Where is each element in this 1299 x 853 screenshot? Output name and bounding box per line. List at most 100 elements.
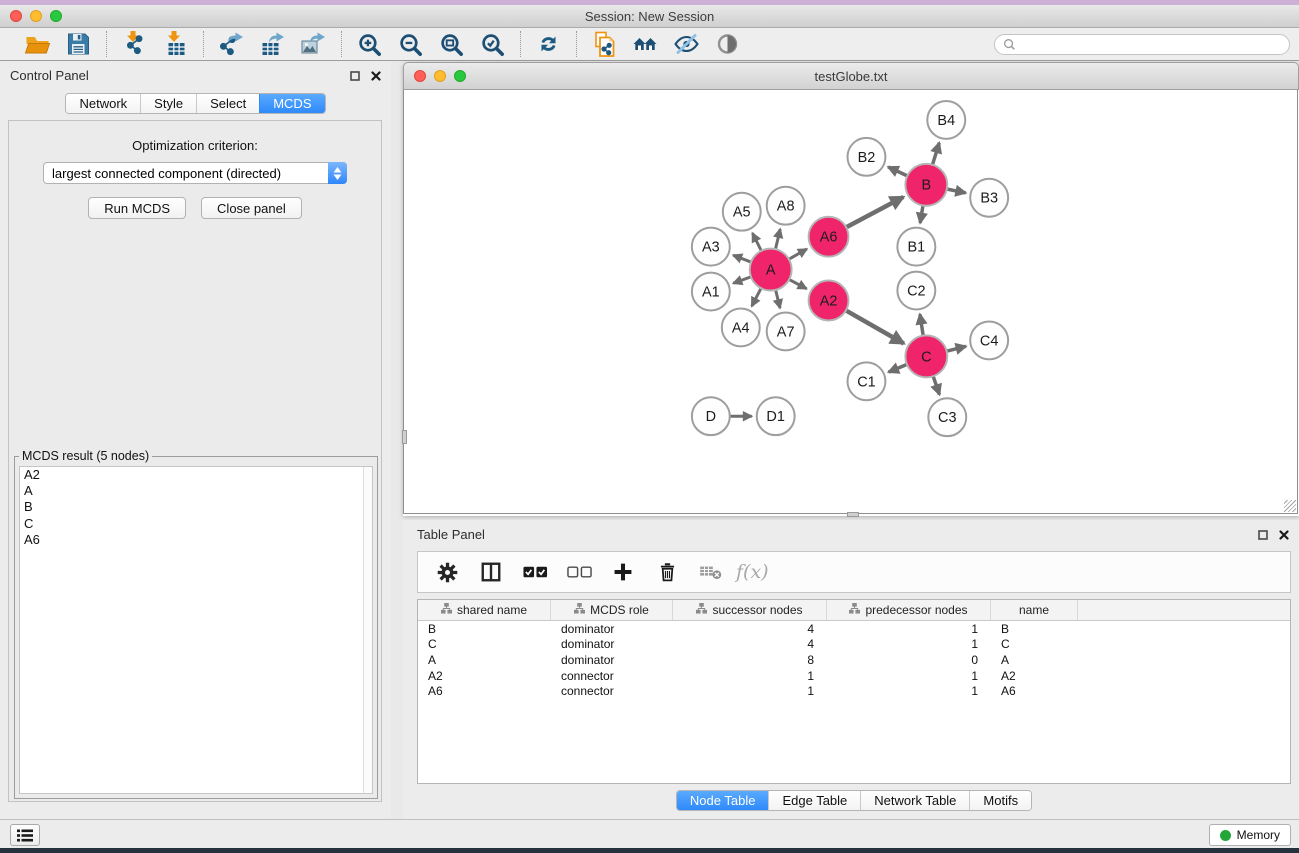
table-row[interactable]: Cdominator41C bbox=[418, 637, 1290, 653]
cell-successor-nodes[interactable]: 4 bbox=[673, 637, 827, 651]
close-panel-button[interactable]: Close panel bbox=[201, 197, 302, 219]
result-list-item[interactable]: A2 bbox=[20, 467, 372, 483]
tab-network[interactable]: Network bbox=[66, 94, 140, 113]
cell-name[interactable]: A6 bbox=[991, 684, 1078, 698]
tab-node-table[interactable]: Node Table bbox=[677, 791, 769, 810]
column-header-predecessor-nodes[interactable]: predecessor nodes bbox=[827, 600, 991, 620]
export-image-icon[interactable] bbox=[300, 31, 327, 57]
cell-name[interactable]: A bbox=[991, 653, 1078, 667]
table-row[interactable]: A2connector11A2 bbox=[418, 668, 1290, 684]
column-header-successor-nodes[interactable]: successor nodes bbox=[673, 600, 827, 620]
zoom-in-icon[interactable] bbox=[356, 31, 383, 57]
column-header-MCDS-role[interactable]: MCDS role bbox=[551, 600, 673, 620]
show-graphics-icon[interactable] bbox=[714, 31, 741, 57]
cell-successor-nodes[interactable]: 4 bbox=[673, 622, 827, 636]
node-A7[interactable]: A7 bbox=[767, 312, 805, 350]
node-C2[interactable]: C2 bbox=[897, 272, 935, 310]
save-session-icon[interactable] bbox=[65, 31, 92, 57]
table-row[interactable]: A6connector11A6 bbox=[418, 683, 1290, 699]
network-window-titlebar[interactable]: testGlobe.txt bbox=[403, 62, 1299, 90]
node-B4[interactable]: B4 bbox=[927, 101, 965, 139]
cell-predecessor-nodes[interactable]: 0 bbox=[827, 653, 991, 667]
import-network-icon[interactable] bbox=[121, 31, 148, 57]
edge-A-A7[interactable] bbox=[775, 288, 780, 308]
node-C4[interactable]: C4 bbox=[970, 321, 1008, 359]
edge-A-A3[interactable] bbox=[733, 255, 753, 263]
close-panel-icon[interactable] bbox=[371, 68, 381, 86]
cell-shared-name[interactable]: B bbox=[418, 622, 551, 636]
vertical-scrollbar-thumb[interactable] bbox=[402, 430, 407, 444]
cell-predecessor-nodes[interactable]: 1 bbox=[827, 669, 991, 683]
node-A3[interactable]: A3 bbox=[692, 228, 730, 266]
cell-name[interactable]: C bbox=[991, 637, 1078, 651]
clone-network-icon[interactable] bbox=[591, 31, 618, 57]
cell-successor-nodes[interactable]: 1 bbox=[673, 669, 827, 683]
result-list-item[interactable]: B bbox=[20, 499, 372, 515]
create-column-plus-icon[interactable] bbox=[610, 559, 636, 585]
cell-MCDS-role[interactable]: connector bbox=[551, 684, 673, 698]
node-A4[interactable]: A4 bbox=[722, 308, 760, 346]
cell-shared-name[interactable]: A6 bbox=[418, 684, 551, 698]
cell-shared-name[interactable]: A2 bbox=[418, 669, 551, 683]
tab-motifs[interactable]: Motifs bbox=[969, 791, 1031, 810]
memory-button[interactable]: Memory bbox=[1209, 824, 1291, 846]
cell-predecessor-nodes[interactable]: 1 bbox=[827, 684, 991, 698]
network-canvas[interactable]: AA1A2A3A4A5A6A7A8BB1B2B3B4CC1C2C3C4DD1 bbox=[403, 90, 1298, 514]
network-overview-icon[interactable] bbox=[632, 31, 659, 57]
cell-successor-nodes[interactable]: 8 bbox=[673, 653, 827, 667]
zoom-selected-icon[interactable] bbox=[479, 31, 506, 57]
edge-C-C3[interactable] bbox=[932, 374, 939, 394]
edge-A-A8[interactable] bbox=[775, 229, 780, 251]
edge-A2-C[interactable] bbox=[844, 309, 904, 343]
result-list-item[interactable]: A6 bbox=[20, 532, 372, 548]
edge-A-A2[interactable] bbox=[787, 279, 806, 289]
tab-select[interactable]: Select bbox=[196, 94, 259, 113]
cell-predecessor-nodes[interactable]: 1 bbox=[827, 637, 991, 651]
table-row[interactable]: Bdominator41B bbox=[418, 621, 1290, 637]
cell-successor-nodes[interactable]: 1 bbox=[673, 684, 827, 698]
cell-MCDS-role[interactable]: dominator bbox=[551, 622, 673, 636]
export-network-icon[interactable] bbox=[218, 31, 245, 57]
search-input[interactable] bbox=[1017, 38, 1289, 52]
edge-A-A5[interactable] bbox=[752, 233, 762, 252]
node-B3[interactable]: B3 bbox=[970, 179, 1008, 217]
result-list-item[interactable]: A bbox=[20, 483, 372, 499]
refresh-icon[interactable] bbox=[535, 31, 562, 57]
open-file-icon[interactable] bbox=[24, 31, 51, 57]
mcds-result-list[interactable]: A2ABCA6 bbox=[19, 466, 373, 794]
float-table-panel-icon[interactable] bbox=[1258, 527, 1268, 545]
cell-shared-name[interactable]: A bbox=[418, 653, 551, 667]
node-A[interactable]: A bbox=[750, 249, 792, 291]
column-header-name[interactable]: name bbox=[991, 600, 1078, 620]
edge-C-C4[interactable] bbox=[945, 346, 966, 351]
horizontal-scrollbar-thumb[interactable] bbox=[847, 512, 859, 517]
node-A8[interactable]: A8 bbox=[767, 187, 805, 225]
edge-C-C2[interactable] bbox=[920, 314, 924, 337]
column-header-shared-name[interactable]: shared name bbox=[418, 600, 551, 620]
edge-A-A4[interactable] bbox=[752, 286, 762, 306]
zoom-fit-icon[interactable] bbox=[438, 31, 465, 57]
tab-style[interactable]: Style bbox=[140, 94, 196, 113]
node-B1[interactable]: B1 bbox=[897, 228, 935, 266]
edge-B-B2[interactable] bbox=[888, 167, 909, 177]
node-D1[interactable]: D1 bbox=[757, 397, 795, 435]
select-all-columns-icon[interactable] bbox=[522, 559, 548, 585]
delete-column-trash-icon[interactable] bbox=[654, 559, 680, 585]
export-table-icon[interactable] bbox=[259, 31, 286, 57]
node-table[interactable]: shared nameMCDS rolesuccessor nodesprede… bbox=[417, 599, 1291, 784]
node-B[interactable]: B bbox=[905, 164, 947, 206]
import-table-icon[interactable] bbox=[162, 31, 189, 57]
node-A2[interactable]: A2 bbox=[809, 281, 849, 321]
criterion-dropdown[interactable]: largest connected component (directed) bbox=[43, 162, 347, 184]
cell-name[interactable]: A2 bbox=[991, 669, 1078, 683]
edge-A-A1[interactable] bbox=[733, 276, 753, 283]
hide-graphics-icon[interactable] bbox=[673, 31, 700, 57]
search-field[interactable] bbox=[994, 34, 1290, 55]
table-settings-gear-icon[interactable] bbox=[434, 559, 460, 585]
cell-shared-name[interactable]: C bbox=[418, 637, 551, 651]
cell-MCDS-role[interactable]: dominator bbox=[551, 653, 673, 667]
cell-MCDS-role[interactable]: connector bbox=[551, 669, 673, 683]
cell-MCDS-role[interactable]: dominator bbox=[551, 637, 673, 651]
cell-predecessor-nodes[interactable]: 1 bbox=[827, 622, 991, 636]
node-C[interactable]: C bbox=[905, 335, 947, 377]
